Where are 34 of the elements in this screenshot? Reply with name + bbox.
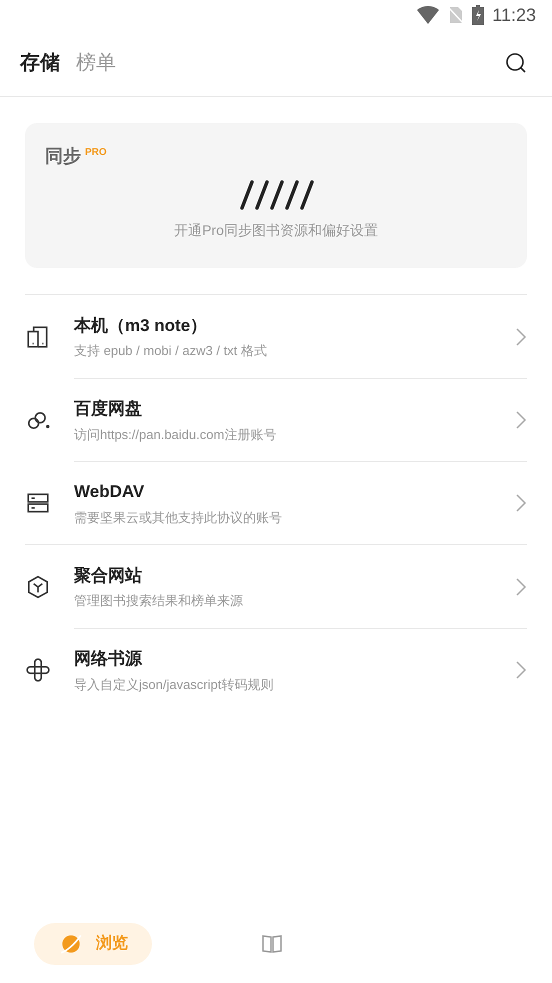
tab[interactable]: 存储 (20, 48, 60, 78)
item-subtitle: 管理图书搜索结果和榜单来源 (74, 592, 244, 610)
storage-item[interactable]: 本机（m3 note） 支持 epub / mobi / azw3 / txt 格式 (25, 295, 527, 378)
knot-icon (25, 656, 51, 682)
item-title: 网络书源 (74, 648, 144, 670)
battery-icon (472, 5, 484, 25)
sync-card[interactable]: 同步 PRO 开通Pro同步图书资源和偏好设置 (25, 123, 527, 268)
book-icon (260, 932, 284, 956)
item-subtitle: 访问https://pan.baidu.com注册账号 (74, 426, 278, 444)
search-icon (504, 51, 528, 75)
chevron-right-icon (515, 660, 527, 680)
pro-label: PRO (85, 146, 107, 160)
hexagon-icon (25, 574, 51, 600)
chevron-right-icon (515, 410, 527, 430)
wifi-icon (416, 5, 440, 25)
chevron-right-icon (515, 326, 527, 346)
item-subtitle: 需要坚果云或其他支持此协议的账号 (74, 508, 283, 526)
chevron-right-icon (515, 576, 527, 596)
storage-item[interactable]: 聚合网站 管理图书搜索结果和榜单来源 (25, 545, 527, 628)
item-subtitle: 导入自定义json/javascript转码规则 (74, 676, 274, 694)
card-subtitle: 开通Pro同步图书资源和偏好设置 (174, 221, 378, 240)
storage-item[interactable]: WebDAV 需要坚果云或其他支持此协议的账号 (25, 461, 527, 544)
item-subtitle: 支持 epub / mobi / azw3 / txt 格式 (74, 342, 268, 360)
no-sim-icon (448, 6, 464, 24)
item-title: 聚合网站 (74, 564, 143, 586)
item-title: 本机（m3 note） (74, 314, 208, 336)
chevron-right-icon (515, 493, 527, 513)
storage-item[interactable]: 百度网盘 访问https://pan.baidu.com注册账号 (25, 378, 527, 461)
storage-item[interactable]: 网络书源 导入自定义json/javascript转码规则 (25, 628, 527, 711)
item-title: 百度网盘 (74, 398, 143, 420)
card-title: 同步 (45, 145, 81, 168)
status-time: 11:23 (492, 4, 536, 26)
item-title: WebDAV (74, 481, 146, 503)
sync-placeholder-icon (238, 180, 314, 210)
